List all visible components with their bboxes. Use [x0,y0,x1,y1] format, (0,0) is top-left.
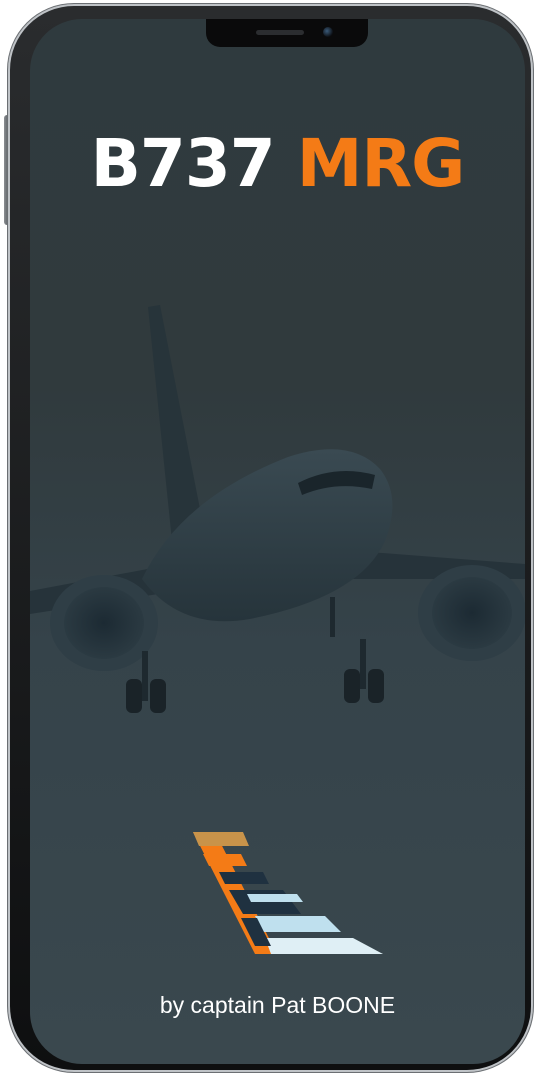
app-title: B737 MRG [30,131,525,197]
app-title-part-2: MRG [296,125,466,202]
phone-frame: B737 MRG by captain Pat BOONE [8,4,533,1072]
author-credit: by captain Pat BOONE [159,992,396,1018]
airplane-icon [30,305,525,713]
speaker-grille [256,30,304,35]
splash-screen: B737 MRG by captain Pat BOONE [30,19,525,1064]
camera-icon [323,27,333,37]
tail-fin-logo-icon [193,832,383,954]
phone-notch [206,19,368,47]
app-title-part-1: B737 [90,125,276,202]
app-mockup: B737 MRG by captain Pat BOONE [0,0,539,1077]
